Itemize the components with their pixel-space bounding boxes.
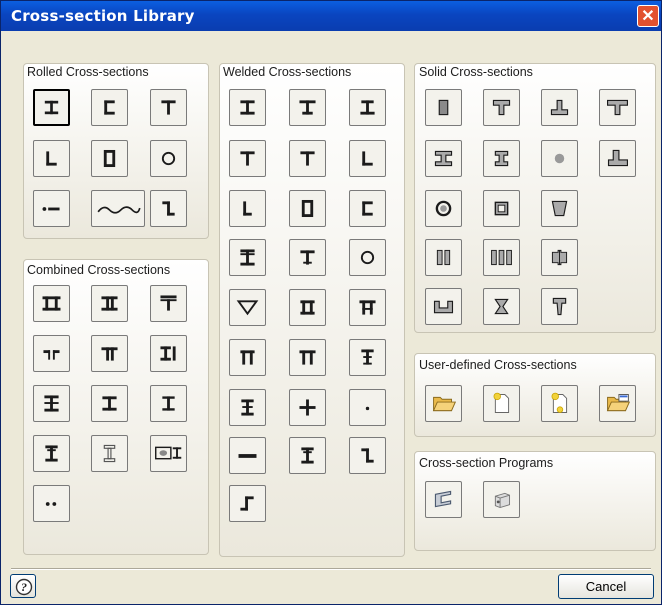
welded-box-flange-icon[interactable]: [289, 289, 326, 326]
solid-i-icon[interactable]: [425, 140, 462, 177]
welded-t-icon[interactable]: [229, 140, 266, 177]
welded-point-icon[interactable]: [349, 389, 386, 426]
user-defined-group-title: User-defined Cross-sections: [419, 358, 577, 372]
z-section-icon[interactable]: [150, 190, 187, 227]
back-to-back-channel-icon[interactable]: [91, 285, 128, 322]
welded-i-top-icon[interactable]: [289, 437, 326, 474]
solid-t-tapered-icon[interactable]: [541, 288, 578, 325]
welded-i-heavy-icon[interactable]: [229, 239, 266, 276]
solid-l-icon[interactable]: [599, 140, 636, 177]
welded-i-cross-icon[interactable]: [229, 389, 266, 426]
welded-box-icon[interactable]: [289, 190, 326, 227]
new-document-icon[interactable]: [483, 385, 520, 422]
welded-group-title: Welded Cross-sections: [223, 65, 352, 79]
solid-group-title: Solid Cross-sections: [419, 65, 533, 79]
solid-inverted-t-icon[interactable]: [541, 89, 578, 126]
double-i-icon[interactable]: [33, 285, 70, 322]
welded-pi-icon[interactable]: [229, 339, 266, 376]
solid-triple-bar-icon[interactable]: [483, 239, 520, 276]
i-with-top-plate-icon[interactable]: [33, 435, 70, 472]
save-folder-icon[interactable]: [599, 385, 636, 422]
cancel-button[interactable]: Cancel: [558, 574, 654, 599]
title-bar[interactable]: Cross-section Library ✕: [1, 1, 661, 31]
t-section-icon[interactable]: [150, 89, 187, 126]
welded-box-plate-icon[interactable]: [349, 289, 386, 326]
double-angle-icon[interactable]: [33, 335, 70, 372]
help-icon: ?: [15, 578, 33, 596]
solid-split-block-icon[interactable]: [541, 239, 578, 276]
close-icon: ✕: [641, 8, 655, 25]
welded-l-icon[interactable]: [229, 190, 266, 227]
welded-z-icon[interactable]: [349, 437, 386, 474]
welded-t-heavy-icon[interactable]: [289, 239, 326, 276]
i-small-icon[interactable]: [150, 385, 187, 422]
i-with-plate-icon[interactable]: [33, 385, 70, 422]
svg-text:?: ?: [21, 580, 27, 594]
welded-pipe-icon[interactable]: [349, 239, 386, 276]
footer-separator: [11, 568, 651, 570]
i-beam-icon[interactable]: [33, 89, 70, 126]
close-button[interactable]: ✕: [637, 5, 659, 27]
solid-t-wide-icon[interactable]: [599, 89, 636, 126]
solid-hourglass-icon[interactable]: [483, 288, 520, 325]
i-thin-icon[interactable]: [91, 435, 128, 472]
corrugated-sheet-icon[interactable]: [91, 190, 145, 227]
welded-i-icon[interactable]: [229, 89, 266, 126]
solid-rectangle-icon[interactable]: [425, 89, 462, 126]
solid-circle-icon[interactable]: [541, 140, 578, 177]
double-flat-bar-icon[interactable]: [33, 485, 70, 522]
welded-cross-icon[interactable]: [289, 389, 326, 426]
help-button[interactable]: ?: [10, 574, 36, 598]
welded-i-stiffened-icon[interactable]: [349, 339, 386, 376]
cross-section-library-dialog: Cross-section Library ✕ Rolled Cross-sec…: [0, 0, 662, 605]
angle-icon[interactable]: [33, 140, 70, 177]
solid-t-icon[interactable]: [483, 89, 520, 126]
solid-box-icon[interactable]: [483, 190, 520, 227]
paste-document-icon[interactable]: [541, 385, 578, 422]
welded-omega-icon[interactable]: [229, 485, 266, 522]
shape-massive-program-icon[interactable]: [483, 481, 520, 518]
welded-t-wide-icon[interactable]: [289, 140, 326, 177]
welded-flat-icon[interactable]: [229, 437, 266, 474]
solid-trapezoid-icon[interactable]: [541, 190, 578, 227]
rolled-group-title: Rolled Cross-sections: [27, 65, 149, 79]
i-with-flat-icon[interactable]: [150, 335, 187, 372]
combined-group-title: Combined Cross-sections: [27, 263, 171, 277]
i-double-flange-icon[interactable]: [91, 385, 128, 422]
solid-u-icon[interactable]: [425, 288, 462, 325]
welded-channel-icon[interactable]: [349, 190, 386, 227]
t-with-plate-icon[interactable]: [150, 285, 187, 322]
solid-double-bar-icon[interactable]: [425, 239, 462, 276]
programs-group-title: Cross-section Programs: [419, 456, 554, 470]
welded-trapezoid-icon[interactable]: [229, 289, 266, 326]
circular-hollow-icon[interactable]: [150, 140, 187, 177]
welded-pi-wide-icon[interactable]: [289, 339, 326, 376]
welded-i-wide-icon[interactable]: [349, 89, 386, 126]
welded-i-asym-icon[interactable]: [289, 89, 326, 126]
shape-thin-program-icon[interactable]: [425, 481, 462, 518]
rectangular-hollow-icon[interactable]: [91, 140, 128, 177]
open-folder-icon[interactable]: [425, 385, 462, 422]
welded-angle-icon[interactable]: [349, 140, 386, 177]
solid-ring-icon[interactable]: [425, 190, 462, 227]
box-with-i-icon[interactable]: [150, 435, 187, 472]
double-t-icon[interactable]: [91, 335, 128, 372]
solid-i-narrow-icon[interactable]: [483, 140, 520, 177]
flat-bar-icon[interactable]: [33, 190, 70, 227]
channel-icon[interactable]: [91, 89, 128, 126]
dialog-title: Cross-section Library: [11, 7, 195, 25]
